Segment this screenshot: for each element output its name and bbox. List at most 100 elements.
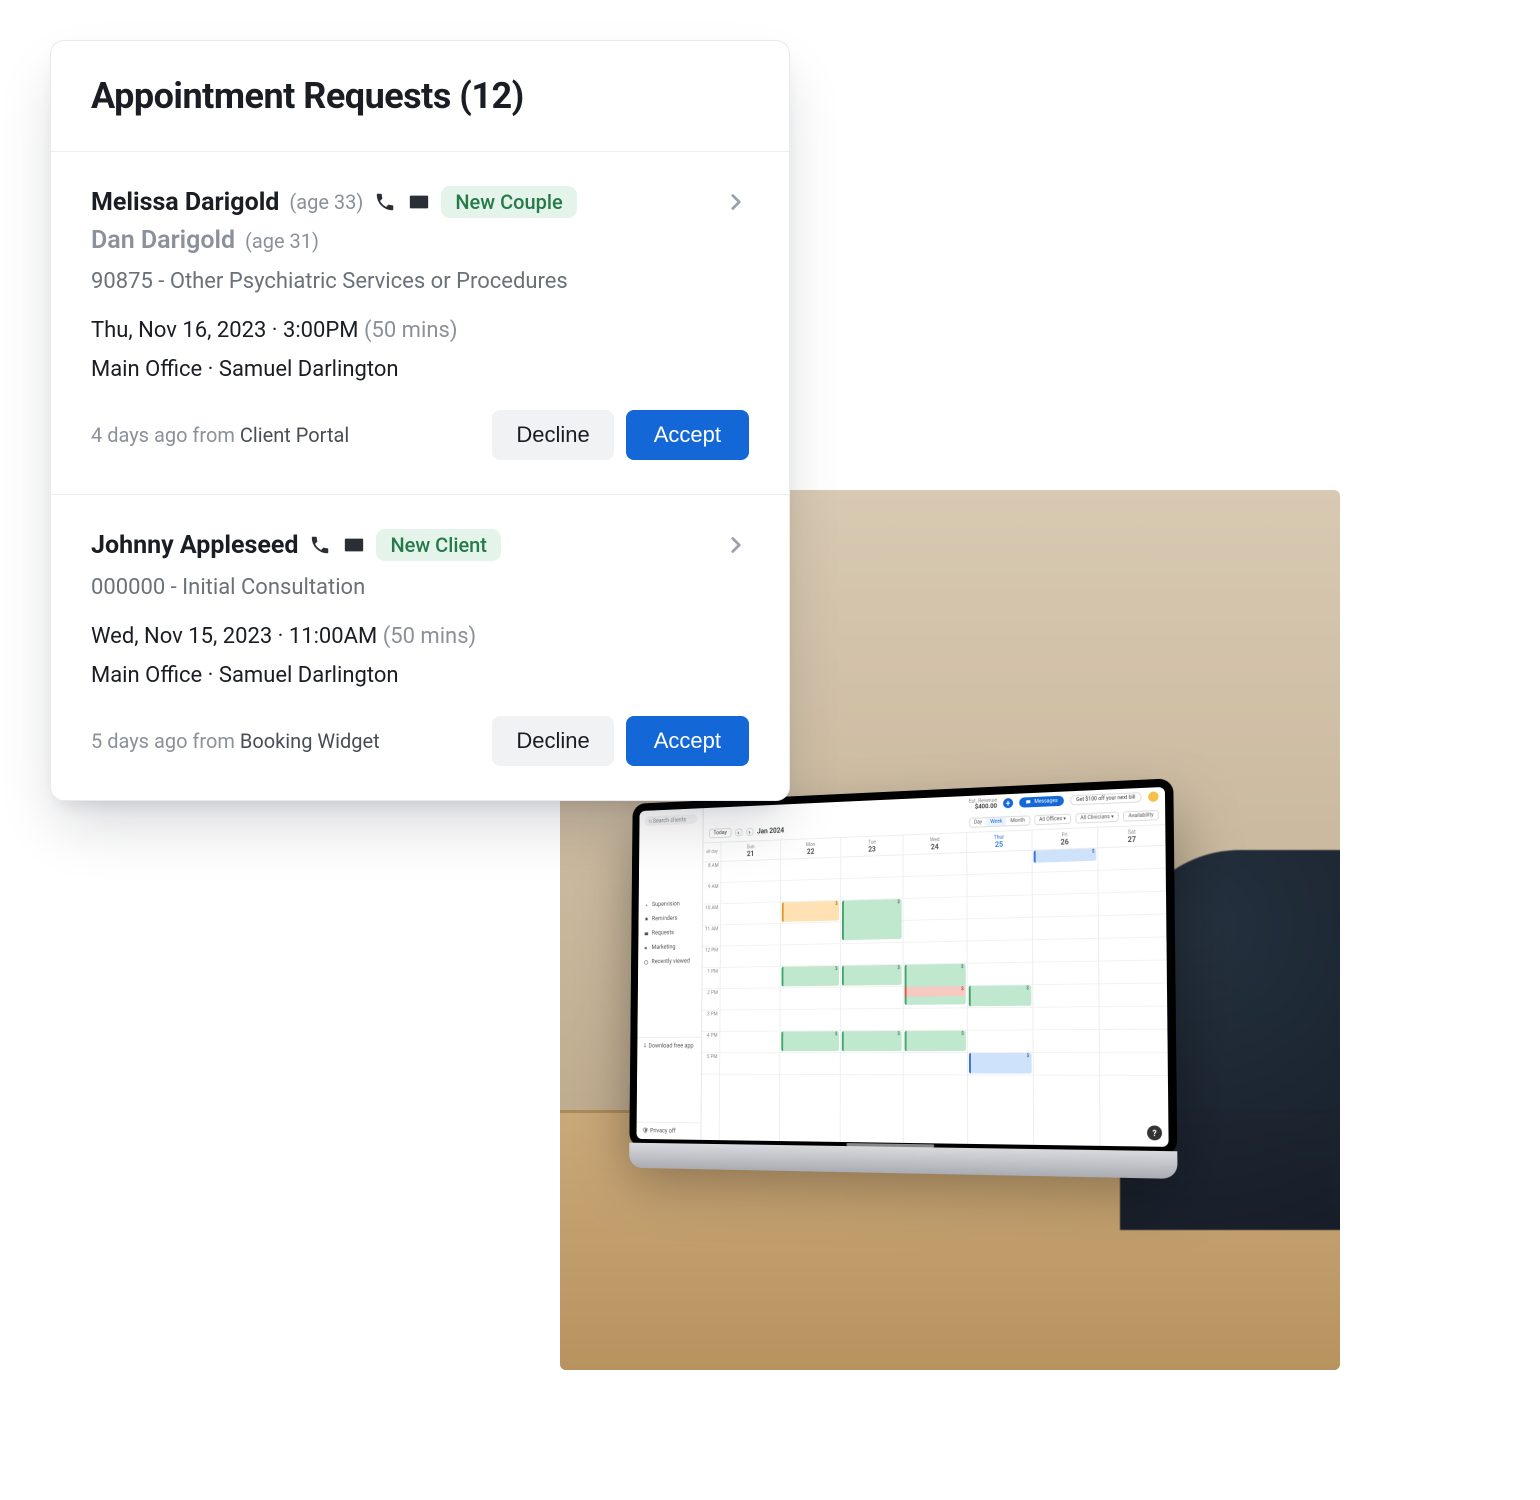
open-request-button[interactable]	[723, 532, 749, 558]
dd-label: All Offices	[1039, 816, 1062, 823]
messages-label: Messages	[1034, 798, 1057, 805]
period-label: Jan 2024	[757, 827, 784, 836]
duration-text: (50 mins)	[383, 624, 477, 649]
day-header[interactable]: Tue23	[842, 836, 903, 858]
appointment-datetime: Wed, Nov 15, 2023 · 11:00AM (50 mins)	[91, 624, 749, 649]
prev-week-button[interactable]	[735, 828, 742, 836]
shield-icon: 🛡	[642, 1127, 650, 1134]
phone-button[interactable]	[373, 190, 397, 214]
laptop-nav: Supervision Reminders Requests Marketing…	[638, 896, 702, 969]
calendar-event[interactable]: $	[905, 986, 966, 997]
day-body[interactable]: $ $ $	[841, 855, 903, 1143]
client-badge: New Couple	[441, 186, 576, 218]
calendar-event[interactable]: $	[842, 1031, 902, 1051]
calendar-event[interactable]: $	[905, 964, 966, 1005]
next-week-button[interactable]	[746, 828, 753, 836]
nav-marketing[interactable]: Marketing	[644, 944, 697, 952]
email-button[interactable]	[407, 190, 431, 214]
calendar-event[interactable]: $	[781, 1031, 839, 1051]
chevron-right-icon	[747, 829, 752, 834]
laptop: Search clients Supervision Reminders Req…	[629, 778, 1178, 1187]
day-body[interactable]: $$$	[904, 853, 967, 1144]
phone-icon	[374, 191, 396, 213]
request-top-row: Melissa Darigold (age 33) New Couple	[91, 186, 749, 218]
view-month[interactable]: Month	[1006, 816, 1029, 825]
accept-button[interactable]: Accept	[626, 716, 749, 766]
time-slot: 3 PM	[702, 1010, 719, 1031]
chevron-right-icon	[723, 189, 749, 215]
privacy-label: Privacy off	[650, 1127, 676, 1134]
time-slot: 5 PM	[702, 1053, 719, 1074]
calendar-event[interactable]: $	[781, 966, 839, 987]
nav-supervision[interactable]: Supervision	[644, 900, 697, 908]
day-header[interactable]: Thur25	[967, 830, 1031, 853]
download-label: Download free app	[648, 1042, 693, 1049]
time-slot: 4 PM	[702, 1032, 719, 1053]
day-header[interactable]: Sun21	[721, 840, 780, 861]
day-body[interactable]: $$	[967, 851, 1032, 1145]
appointment-request: Johnny Appleseed New Client 000000 - Ini…	[51, 495, 789, 800]
availability-dropdown[interactable]: Availability	[1123, 810, 1159, 822]
calendar-event[interactable]: $	[782, 901, 840, 922]
day-body[interactable]: $ $ $	[780, 858, 841, 1142]
calendar-event[interactable]: $	[969, 1053, 1032, 1074]
bell-icon	[644, 916, 649, 922]
view-day[interactable]: Day	[970, 818, 986, 827]
calendar-event[interactable]: $	[969, 985, 1031, 1006]
phone-button[interactable]	[308, 533, 332, 557]
decline-button[interactable]: Decline	[492, 716, 613, 766]
revenue-widget[interactable]: Est. Revenue $400.00	[969, 798, 997, 810]
card-header: Appointment Requests (12)	[51, 41, 789, 152]
open-request-button[interactable]	[723, 189, 749, 215]
day-body[interactable]	[1099, 846, 1169, 1147]
day-body[interactable]: $	[1032, 848, 1100, 1146]
service-code: 000000 - Initial Consultation	[91, 575, 749, 600]
day-columns: Sun21Mon22$$$Tue23$$$Wed24$$$Thur25$$Fri…	[720, 825, 1169, 1147]
nav-recently-viewed[interactable]: Recently viewed	[643, 958, 696, 966]
calendar-event[interactable]: $	[842, 899, 901, 940]
messages-button[interactable]: Messages	[1019, 796, 1064, 808]
help-button[interactable]: ?	[1147, 1125, 1162, 1140]
day-column: Fri26$	[1032, 828, 1101, 1146]
promo-pill[interactable]: Get $100 off your next bill	[1070, 792, 1142, 805]
client-name: Johnny Appleseed	[91, 531, 298, 560]
view-week[interactable]: Week	[986, 817, 1006, 826]
calendar-event[interactable]: $	[1033, 848, 1096, 862]
laptop-main: Est. Revenue $400.00 + Messages Get $100…	[701, 787, 1168, 1147]
day-body[interactable]	[720, 860, 780, 1141]
day-header[interactable]: Mon22	[781, 838, 841, 860]
nav-requests[interactable]: Requests	[644, 929, 697, 937]
time-slot: 11 AM	[703, 925, 720, 947]
request-top-row: Johnny Appleseed New Client	[91, 529, 749, 561]
client-age: (age 33)	[289, 190, 363, 214]
promo-label: Get $100 off your next bill	[1076, 794, 1135, 803]
offices-dropdown[interactable]: All Offices ▾	[1034, 814, 1071, 826]
time-slot: 12 PM	[703, 947, 720, 969]
download-link[interactable]: ⇩ Download free app	[637, 1036, 701, 1054]
email-button[interactable]	[342, 533, 366, 557]
clinicians-dropdown[interactable]: All Clinicians ▾	[1075, 812, 1119, 824]
search-input[interactable]: Search clients	[645, 814, 698, 826]
day-header[interactable]: Sat27	[1098, 825, 1165, 848]
dd-label: Availability	[1128, 812, 1153, 819]
avatar[interactable]	[1148, 791, 1159, 802]
accept-button[interactable]: Accept	[626, 410, 749, 460]
add-button[interactable]: +	[1003, 798, 1013, 809]
phone-icon	[309, 534, 331, 556]
day-header[interactable]: Fri26	[1032, 828, 1098, 851]
request-footer: 4 days ago from Client Portal Decline Ac…	[91, 410, 749, 460]
calendar-event[interactable]: $	[905, 1031, 966, 1051]
service-code: 90875 - Other Psychiatric Services or Pr…	[91, 269, 749, 294]
nav-label: Supervision	[652, 901, 680, 908]
view-segmented[interactable]: Day Week Month	[969, 815, 1030, 828]
day-header[interactable]: Wed24	[904, 833, 967, 855]
privacy-toggle[interactable]: 🛡 Privacy off	[636, 1122, 700, 1140]
calendar-event[interactable]: $	[842, 965, 902, 986]
chevron-left-icon	[736, 830, 741, 835]
email-icon	[343, 534, 365, 556]
nav-reminders[interactable]: Reminders	[644, 915, 697, 923]
client-badge: New Client	[376, 529, 500, 561]
today-button[interactable]: Today	[709, 828, 732, 839]
duration-text: (50 mins)	[364, 318, 458, 343]
decline-button[interactable]: Decline	[492, 410, 613, 460]
